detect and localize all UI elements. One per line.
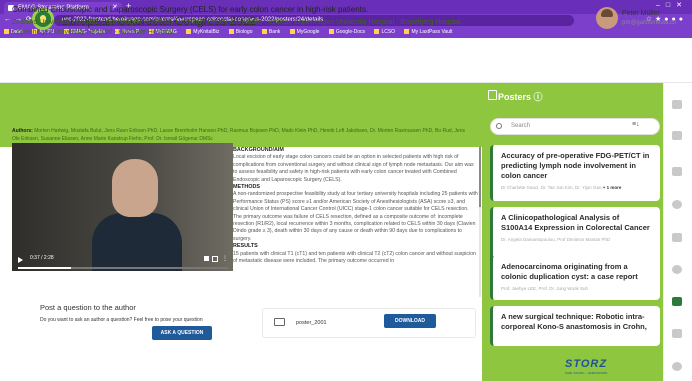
info-icon[interactable]: ⓘ xyxy=(534,92,543,102)
video-progress-fill xyxy=(18,267,71,269)
user-name: Peter Müller xyxy=(622,10,660,17)
sidebar-calendar-icon[interactable] xyxy=(672,131,682,140)
user-email: pm@gallusmedia.ch xyxy=(622,20,677,26)
posters-icon xyxy=(488,90,497,100)
poster-abstract: BACKGROUND/AIM Local excision of early s… xyxy=(233,147,478,297)
authors-label: Authors: xyxy=(12,128,33,134)
video-player[interactable] xyxy=(12,143,233,271)
abstract-heading: RESULTS xyxy=(233,243,258,250)
poster-file-row xyxy=(262,308,476,338)
poster-affiliations: Zealand University Hospital, Copenhagen … xyxy=(12,19,463,36)
poster-card[interactable]: A Clinicopathological Analysis of S100A1… xyxy=(490,207,660,263)
poster-card-title: Accuracy of pre-operative FDG-PET/CT in … xyxy=(501,151,650,180)
abstract-heading: BACKGROUND/AIM xyxy=(233,147,284,153)
sidebar-video-icon[interactable] xyxy=(672,329,682,338)
sidebar-help-icon[interactable] xyxy=(672,265,682,274)
authors-list: Morten Hartwig, Mostafa Bulut, Jens Ravn… xyxy=(12,128,465,142)
sidebar-chat-icon[interactable] xyxy=(672,100,682,109)
play-icon[interactable] xyxy=(18,257,23,263)
sponsor-logo[interactable]: STORZ xyxy=(565,358,607,370)
sidebar-info-icon[interactable] xyxy=(672,362,682,371)
fullscreen-icon[interactable] xyxy=(212,256,218,262)
poster-card-title: Adenocarcinoma originating from a coloni… xyxy=(501,262,638,281)
window-controls[interactable]: –□✕ xyxy=(656,1,688,9)
poster-card-authors: Dr Charlotte Gaucl, Dr. Tae Jun Kim, Dr.… xyxy=(501,185,622,190)
posters-header: Posters ⓘ xyxy=(498,92,543,102)
poster-card-title: A Clinicopathological Analysis of S100A1… xyxy=(501,213,650,232)
sidebar-image-icon[interactable] xyxy=(672,233,682,242)
question-text: Do you want to ask an author a question?… xyxy=(40,317,203,323)
search-icon xyxy=(496,123,502,129)
sponsor-tagline: KARL STORZ — ENDOSKOPE xyxy=(565,371,608,375)
poster-card[interactable]: Accuracy of pre-operative FDG-PET/CT in … xyxy=(490,145,660,201)
download-button[interactable]: DOWNLOAD xyxy=(384,314,436,328)
abstract-scrollbar[interactable] xyxy=(479,147,481,297)
sidebar-posters-icon[interactable] xyxy=(672,297,682,306)
avatar[interactable] xyxy=(596,7,618,29)
volume-icon[interactable] xyxy=(204,256,209,261)
more-options-icon[interactable]: ⋮ xyxy=(222,255,228,262)
abstract-text: Local excision of early stage colon canc… xyxy=(233,154,474,183)
page-header xyxy=(0,38,692,83)
sidebar-message-icon[interactable] xyxy=(672,200,682,209)
video-presenter-body xyxy=(92,213,182,271)
video-presenter-face xyxy=(112,159,158,217)
poster-card-authors: Prof. Jaehye LEE, Prof. Dr. Jung Wook Su… xyxy=(501,286,588,291)
folder-icon xyxy=(274,318,285,326)
poster-authors: Authors: Morten Hartwig, Mostafa Bulut, … xyxy=(12,127,474,143)
abstract-text: 15 patients with clinical T1 (cT1) and t… xyxy=(233,250,476,265)
sidebar-people-icon[interactable] xyxy=(672,167,682,176)
poster-card-title: A new surgical technique: Robotic intra-… xyxy=(501,312,647,331)
poster-card[interactable]: A new surgical technique: Robotic intra-… xyxy=(490,306,660,346)
video-progress-bar[interactable] xyxy=(18,267,228,269)
poster-card[interactable]: Adenocarcinoma originating from a coloni… xyxy=(490,256,660,300)
scrollbar-thumb[interactable] xyxy=(479,147,481,207)
abstract-heading: METHODS xyxy=(233,184,260,191)
poster-title: Combined Endoscopic and Laparoscopic Sur… xyxy=(12,5,369,14)
sort-icon[interactable]: ≡↓ xyxy=(632,121,640,128)
poster-card-authors: Dr. Angela Damantopoulou, Prof Dimitrios… xyxy=(501,237,611,242)
abstract-text: A non-randomized prospective feasibility… xyxy=(233,191,478,242)
video-time: 0:37 / 2:28 xyxy=(30,255,54,261)
question-title: Post a question to the author xyxy=(40,303,136,312)
file-name: poster_2001 xyxy=(296,320,327,326)
ask-question-button[interactable]: ASK A QUESTION xyxy=(152,326,212,340)
